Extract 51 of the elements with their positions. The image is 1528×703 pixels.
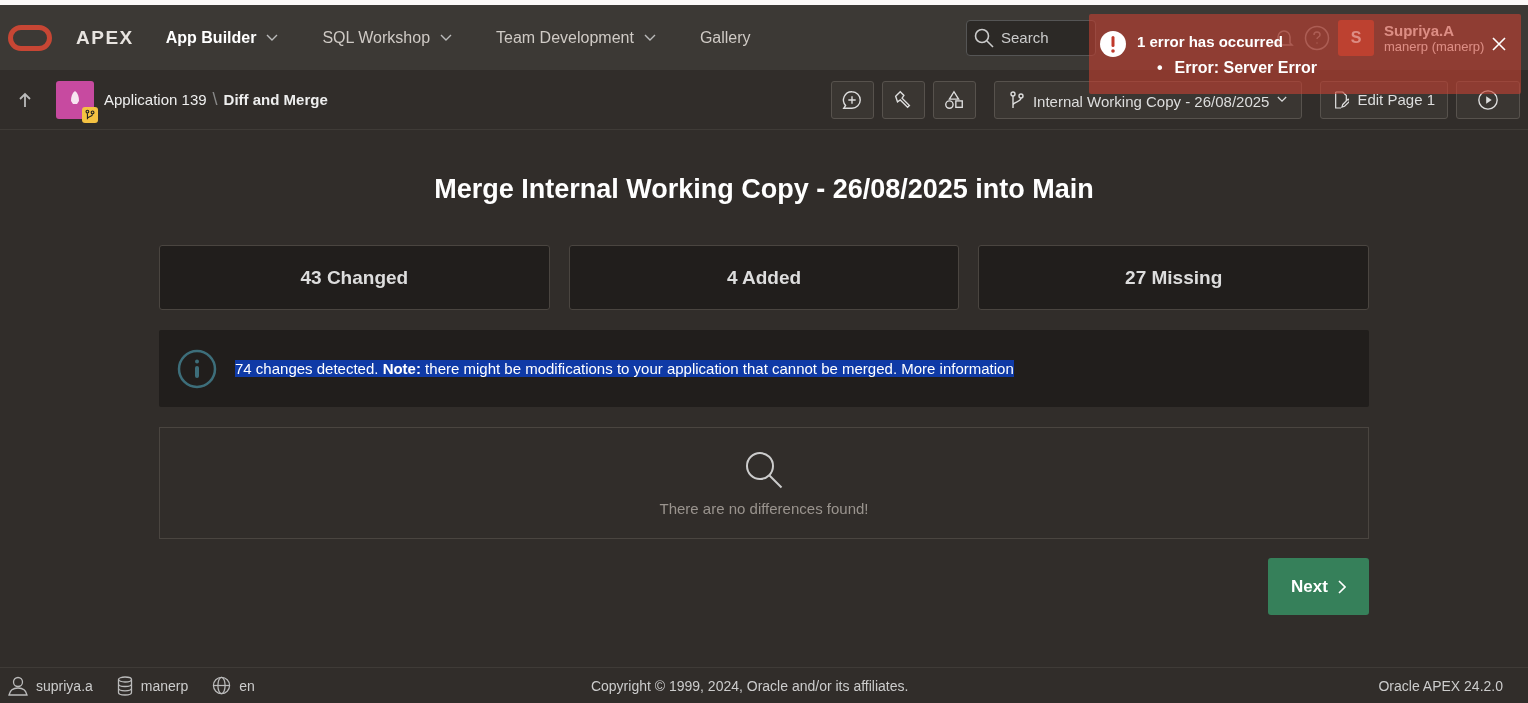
chevron-right-icon [1337,579,1346,594]
shapes-button[interactable] [932,80,976,119]
empty-state-text: There are no differences found! [659,499,869,517]
bullet-mark: • [1157,58,1163,78]
chevron-down-icon [643,33,656,42]
stat-card[interactable]: 43 Changed [159,245,550,310]
stat-card[interactable]: 4 Added [568,245,960,310]
breadcrumb-link[interactable]: Application 139 [104,91,207,108]
chevron-down-icon [266,33,279,42]
nav-menu-item[interactable]: Gallery [699,28,751,47]
edit-page-button[interactable]: Edit Page 1 [1320,80,1448,119]
chevron-down-icon [1277,96,1288,103]
breadcrumb-separator: \ [212,89,218,110]
close-icon[interactable] [1491,36,1507,52]
run-button[interactable] [1456,80,1520,119]
search-icon [974,27,994,48]
nav-menu-item[interactable]: SQL Workshop [322,28,453,47]
nav-menu-item[interactable]: App Builder [165,28,279,47]
search-icon [744,449,784,490]
product-name: APEX [76,26,134,49]
error-message: Error: Server Error [1174,58,1317,78]
next-button[interactable]: Next [1268,558,1369,615]
user-name: Supriya.A [1384,21,1455,39]
workspace-name: manerp (manerp) [1384,38,1485,54]
nav-menu-item[interactable]: Team Development [496,28,656,47]
page-edit-icon [1333,90,1350,109]
footer-language: en [239,677,255,694]
copyright-text: Copyright © 1999, 2024, Oracle and/or its affiliates. [589,677,910,694]
branch-select[interactable]: Internal Working Copy - 26/08/2025 [993,80,1303,119]
info-icon [177,348,217,389]
speech-bubble-plus-icon [841,88,864,111]
database-icon [116,675,133,696]
footer-username: supriya.a [36,677,93,694]
branch-icon [1008,90,1025,109]
page-title: Diff and Merge [223,91,328,108]
comment-add-button[interactable] [830,80,874,119]
error-title: 1 error has occurred [1137,33,1283,50]
flashlight-button[interactable] [881,80,925,119]
version-text: Oracle APEX 24.2.0 [1378,677,1503,694]
exclamation-icon [1099,30,1127,58]
stat-card[interactable]: 27 Missing [978,245,1369,310]
search-field[interactable]: Search [966,19,1096,56]
footer-schema: manerp [140,677,189,694]
shapes-icon [943,88,966,111]
page-heading: Merge Internal Working Copy - 26/08/2025 into Main [434,174,1094,205]
user-icon [8,675,28,696]
up-arrow-icon[interactable] [18,91,32,108]
globe-icon [212,676,232,695]
play-icon [1477,88,1499,111]
chevron-down-icon [440,33,453,42]
info-message: 74 changes detected. Note: there might be modifications to your application that cannot be merged. More information [235,360,1014,377]
